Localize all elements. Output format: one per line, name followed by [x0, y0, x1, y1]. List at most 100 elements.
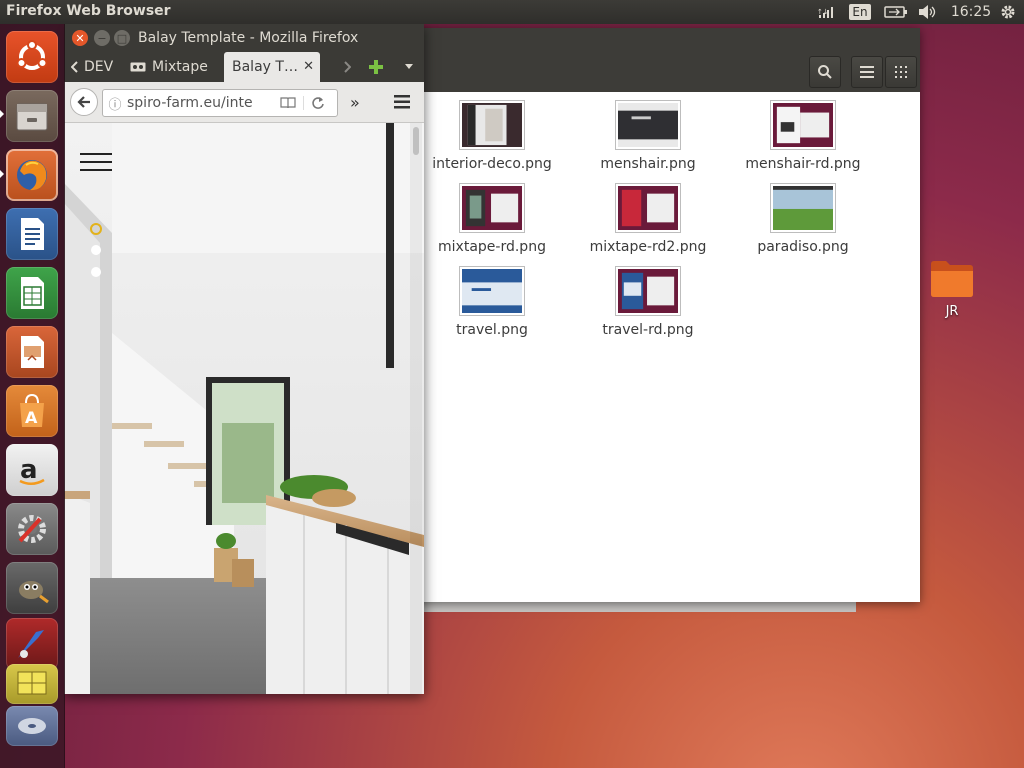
chevron-left-icon: [71, 61, 78, 73]
close-tab-icon[interactable]: ✕: [303, 59, 314, 74]
calc-icon[interactable]: [6, 267, 58, 319]
file-thumbnail: [459, 266, 525, 316]
battery-icon[interactable]: [882, 3, 910, 21]
file-thumbnail: [770, 183, 836, 233]
folder-icon: [931, 261, 973, 297]
back-arrow-icon: [77, 96, 90, 108]
search-icon: [818, 65, 832, 79]
search-button[interactable]: [809, 56, 841, 88]
file-name: menshair-rd.png: [745, 156, 861, 172]
tab-label: DEV: [84, 59, 114, 75]
list-view-button[interactable]: [851, 56, 883, 88]
firefox-titlebar: ✕ − □ Balay Template - Mozilla Firefox: [64, 24, 424, 52]
back-button[interactable]: [70, 88, 98, 116]
ubuntu-dash-icon[interactable]: [6, 31, 58, 83]
reader-view-icon[interactable]: [273, 97, 303, 109]
url-text: spiro-farm.eu/inte: [127, 95, 253, 111]
file-item[interactable]: menshair-rd.png: [728, 100, 878, 180]
plus-icon: [369, 60, 383, 74]
wine-icon[interactable]: [6, 618, 58, 670]
file-name: mixtape-rd2.png: [589, 239, 707, 255]
minimize-window-button[interactable]: −: [94, 30, 110, 46]
grid-icon: [895, 66, 907, 78]
workspaces-icon[interactable]: [6, 664, 58, 704]
slider-dot-active[interactable]: [90, 223, 102, 235]
list-icon: [860, 66, 874, 78]
tabs-scroll-right-button[interactable]: [340, 52, 354, 82]
disc-icon[interactable]: [6, 706, 58, 746]
window-title: Balay Template - Mozilla Firefox: [138, 30, 359, 46]
tab-dev[interactable]: DEV: [84, 52, 124, 82]
file-name: travel.png: [456, 322, 528, 338]
amazon-icon[interactable]: a: [6, 444, 58, 496]
file-thumbnail: [615, 183, 681, 233]
firefox-window: ✕ − □ Balay Template - Mozilla Firefox D…: [64, 24, 424, 694]
keyboard-layout-indicator[interactable]: En: [848, 3, 872, 21]
system-gear-icon[interactable]: [998, 3, 1018, 21]
desktop-folder-jr[interactable]: JR: [922, 258, 982, 319]
desktop-icon-label: JR: [945, 304, 959, 319]
tab-mixtape[interactable]: Mixtape: [130, 52, 222, 82]
new-tab-button[interactable]: [366, 52, 386, 82]
writer-icon[interactable]: [6, 208, 58, 260]
cassette-favicon-icon: [130, 62, 146, 72]
list-all-tabs-button[interactable]: [402, 52, 416, 82]
file-item[interactable]: travel-rd.png: [573, 266, 723, 346]
impress-icon[interactable]: [6, 326, 58, 378]
tab-bar: DEV Mixtape Balay T… ✕: [64, 52, 424, 82]
hamburger-icon: [80, 153, 112, 171]
running-indicator: [0, 110, 4, 118]
file-thumbnail: [459, 100, 525, 150]
file-item[interactable]: mixtape-rd2.png: [573, 183, 723, 263]
file-item[interactable]: mixtape-rd.png: [417, 183, 567, 263]
network-icon[interactable]: ↑↓: [816, 3, 838, 21]
tabs-scroll-left-button[interactable]: [68, 52, 82, 82]
chevron-right-icon: [344, 61, 351, 73]
navigation-toolbar: ⓘ spiro-farm.eu/inte »: [64, 82, 424, 123]
file-thumbnail: [770, 100, 836, 150]
grid-view-button[interactable]: [885, 56, 917, 88]
close-icon: ✕: [75, 31, 85, 45]
tab-balay-active[interactable]: Balay T… ✕: [224, 52, 320, 82]
firefox-icon[interactable]: [6, 149, 58, 201]
volume-icon[interactable]: [916, 3, 938, 21]
file-item[interactable]: menshair.png: [573, 100, 723, 180]
page-scrollbar[interactable]: [410, 123, 422, 694]
menu-icon: [394, 95, 410, 109]
scrollbar-thumb[interactable]: [413, 127, 419, 155]
tab-label: Balay T…: [232, 59, 298, 75]
active-app-title: Firefox Web Browser: [6, 3, 171, 19]
info-icon[interactable]: ⓘ: [103, 94, 127, 113]
file-thumbnail: [459, 183, 525, 233]
software-center-icon[interactable]: A: [6, 385, 58, 437]
url-bar[interactable]: ⓘ spiro-farm.eu/inte: [102, 89, 338, 117]
slider-dot[interactable]: [91, 267, 101, 277]
kitchen-hero-image: [64, 123, 424, 694]
file-thumbnail: [615, 266, 681, 316]
file-name: mixtape-rd.png: [438, 239, 546, 255]
language-label: En: [849, 4, 871, 20]
clock[interactable]: 16:25: [951, 3, 991, 21]
file-name: interior-deco.png: [432, 156, 552, 172]
file-item[interactable]: travel.png: [417, 266, 567, 346]
launcher: A a: [0, 24, 65, 768]
gimp-icon[interactable]: [6, 562, 58, 614]
svg-text:a: a: [20, 455, 38, 485]
slider-dot[interactable]: [91, 245, 101, 255]
files-icon[interactable]: [6, 90, 58, 142]
reload-icon[interactable]: [303, 96, 332, 110]
file-item[interactable]: interior-deco.png: [417, 100, 567, 180]
tab-label: Mixtape: [152, 59, 208, 75]
file-name: travel-rd.png: [602, 322, 694, 338]
overflow-chevrons-icon[interactable]: »: [350, 93, 360, 112]
file-item[interactable]: paradiso.png: [728, 183, 878, 263]
running-indicator: [0, 170, 4, 178]
close-window-button[interactable]: ✕: [72, 30, 88, 46]
system-settings-icon[interactable]: [6, 503, 58, 555]
hamburger-menu-button[interactable]: [394, 94, 410, 113]
file-name: menshair.png: [600, 156, 696, 172]
site-menu-button[interactable]: [80, 151, 112, 177]
maximize-window-button[interactable]: □: [114, 30, 130, 46]
window-shadow: [424, 602, 856, 612]
minimize-icon: −: [97, 31, 107, 45]
